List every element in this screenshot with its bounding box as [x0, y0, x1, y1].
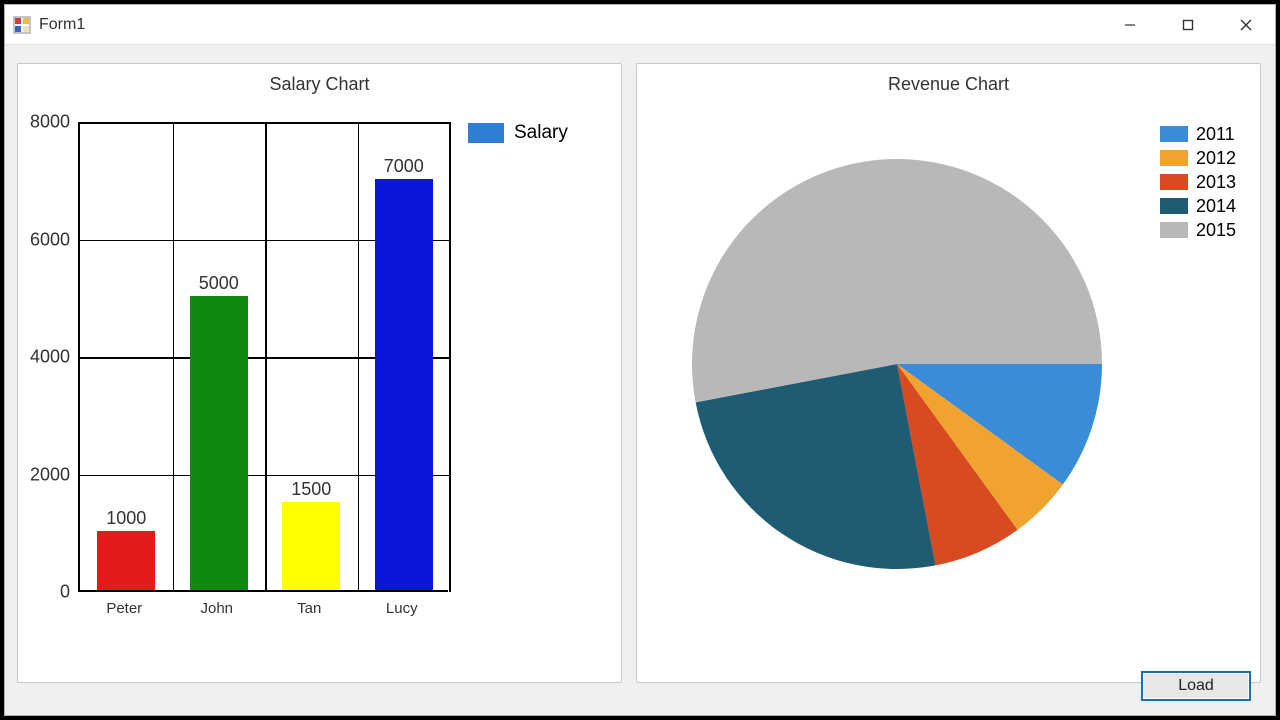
legend-label: 2014	[1196, 194, 1236, 218]
bar-value-label: 5000	[179, 273, 259, 294]
revenue-chart-plot	[687, 154, 1107, 574]
legend-label: 2015	[1196, 218, 1236, 242]
bar-john	[190, 296, 248, 590]
bar-value-label: 1500	[271, 479, 351, 500]
client-area: Salary Chart Salary 0 2000 4000 6000 8000 100…	[5, 45, 1275, 715]
y-tick-label: 2000	[20, 464, 70, 485]
load-button-label: Load	[1178, 677, 1214, 695]
minimize-button[interactable]	[1101, 5, 1159, 44]
revenue-chart: Revenue Chart 20112012201320142015	[636, 63, 1261, 683]
titlebar[interactable]: Form1	[5, 5, 1275, 45]
legend-label: 2012	[1196, 146, 1236, 170]
bar-peter	[97, 531, 155, 590]
x-tick-label: Lucy	[357, 600, 447, 617]
legend-swatch	[1160, 150, 1188, 166]
legend-label: 2013	[1196, 170, 1236, 194]
y-tick-label: 6000	[20, 229, 70, 250]
bar-value-label: 7000	[364, 156, 444, 177]
salary-chart-title: Salary Chart	[18, 64, 621, 100]
bar-value-label: 1000	[86, 508, 166, 529]
legend-item-2011: 2011	[1160, 122, 1236, 146]
salary-chart-legend: Salary	[468, 122, 568, 144]
legend-swatch	[1160, 198, 1188, 214]
window-title: Form1	[39, 16, 85, 34]
legend-swatch	[1160, 222, 1188, 238]
app-window: Form1 Salary Chart Salary	[4, 4, 1276, 716]
legend-item-2012: 2012	[1160, 146, 1236, 170]
app-icon	[13, 16, 31, 34]
revenue-chart-legend: 20112012201320142015	[1160, 122, 1236, 242]
bar-lucy	[375, 179, 433, 590]
salary-chart: Salary Chart Salary 0 2000 4000 6000 8000 100…	[17, 63, 622, 683]
legend-item-2015: 2015	[1160, 218, 1236, 242]
x-tick-label: John	[172, 600, 262, 617]
x-tick-label: Tan	[264, 600, 354, 617]
legend-label: 2011	[1196, 122, 1235, 146]
legend-label-salary: Salary	[514, 122, 568, 144]
window-controls	[1101, 5, 1275, 44]
legend-item-2014: 2014	[1160, 194, 1236, 218]
y-tick-label: 8000	[20, 112, 70, 133]
close-button[interactable]	[1217, 5, 1275, 44]
revenue-chart-title: Revenue Chart	[637, 64, 1260, 100]
y-tick-label: 0	[20, 582, 70, 603]
legend-item-2013: 2013	[1160, 170, 1236, 194]
legend-swatch-salary	[468, 123, 504, 143]
legend-swatch	[1160, 174, 1188, 190]
y-tick-label: 4000	[20, 347, 70, 368]
bar-tan	[282, 502, 340, 590]
legend-swatch	[1160, 126, 1188, 142]
load-button[interactable]: Load	[1141, 671, 1251, 701]
x-tick-label: Peter	[79, 600, 169, 617]
maximize-button[interactable]	[1159, 5, 1217, 44]
salary-chart-plot: 020004000600080001000500015007000 PeterJ…	[78, 122, 448, 632]
